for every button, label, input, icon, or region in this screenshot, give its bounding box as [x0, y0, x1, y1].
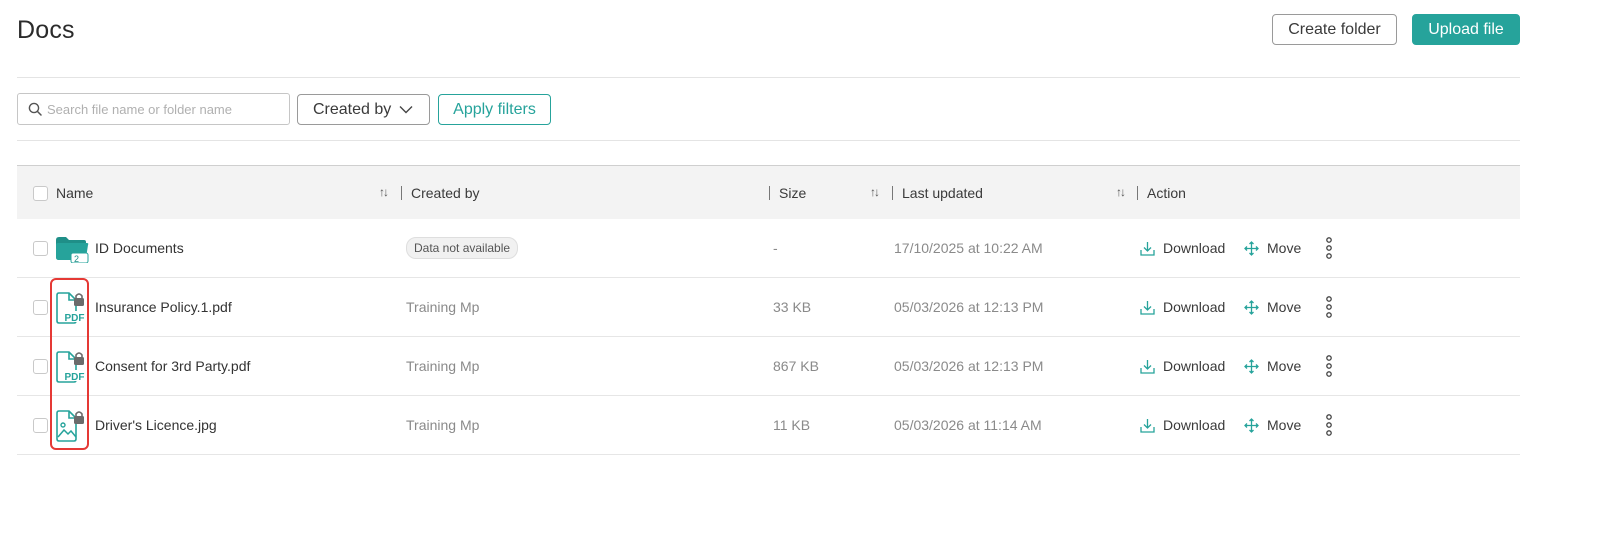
more-options-icon[interactable] [1324, 355, 1334, 377]
divider [17, 77, 1520, 78]
move-label: Move [1267, 417, 1302, 433]
row-last-updated: 05/03/2026 at 12:13 PM [894, 358, 1044, 374]
apply-filters-button[interactable]: Apply filters [438, 94, 551, 125]
row-name[interactable]: Consent for 3rd Party.pdf [95, 337, 250, 395]
table-row: PDF Insurance Policy.1.pdf Training Mp 3… [17, 278, 1520, 337]
row-last-updated: 05/03/2026 at 11:14 AM [894, 417, 1042, 433]
download-icon [1140, 359, 1155, 374]
move-label: Move [1267, 240, 1302, 256]
download-label: Download [1163, 358, 1226, 374]
move-button[interactable]: Move [1244, 396, 1301, 454]
created-by-dropdown[interactable]: Created by [297, 94, 430, 125]
upload-file-button[interactable]: Upload file [1412, 14, 1520, 45]
column-separator [892, 186, 893, 200]
table-header: Name ↑↓ Created by Size ↑↓ Last updated … [17, 165, 1520, 219]
row-size: 33 KB [773, 299, 812, 315]
divider [17, 140, 1520, 141]
column-header-last-updated: Last updated [902, 185, 983, 201]
move-button[interactable]: Move [1244, 337, 1301, 395]
column-header-size: Size [779, 185, 807, 201]
created-by-badge: Data not available [406, 237, 519, 259]
row-checkbox[interactable] [33, 359, 48, 374]
move-icon [1244, 299, 1259, 315]
move-icon [1244, 240, 1259, 256]
sort-name-icon[interactable]: ↑↓ [379, 185, 389, 199]
search-field[interactable] [17, 93, 290, 125]
table-row: Driver's Licence.jpg Training Mp 11 KB 0… [17, 396, 1520, 455]
select-all-checkbox[interactable] [33, 186, 48, 201]
row-size: - [773, 240, 778, 256]
column-separator [769, 186, 770, 200]
download-label: Download [1163, 240, 1226, 256]
column-header-action: Action [1147, 185, 1186, 201]
download-icon [1140, 300, 1155, 315]
locked-pdf-icon: PDF [56, 292, 85, 324]
created-by-dropdown-label: Created by [313, 100, 392, 118]
download-icon [1140, 241, 1155, 256]
row-checkbox[interactable] [33, 418, 48, 433]
folder-icon [56, 237, 89, 263]
row-size: 11 KB [773, 417, 811, 433]
column-separator [1137, 186, 1138, 200]
column-separator [401, 186, 402, 200]
locked-image-icon [56, 410, 84, 442]
row-name[interactable]: Driver's Licence.jpg [95, 396, 217, 454]
row-name[interactable]: ID Documents [95, 219, 184, 277]
column-header-created-by: Created by [411, 185, 480, 201]
table-row: PDF Consent for 3rd Party.pdf Training M… [17, 337, 1520, 396]
move-button[interactable]: Move [1244, 219, 1301, 277]
more-options-icon[interactable] [1324, 296, 1334, 318]
row-created-by: Training Mp [406, 358, 480, 374]
column-header-name: Name [56, 185, 94, 201]
move-icon [1244, 358, 1259, 374]
locked-pdf-icon: PDF [56, 351, 85, 383]
create-folder-button[interactable]: Create folder [1272, 14, 1397, 45]
row-created-by: Training Mp [406, 299, 480, 315]
row-last-updated: 17/10/2025 at 10:22 AM [894, 240, 1043, 256]
sort-last-updated-icon[interactable]: ↑↓ [1116, 185, 1126, 199]
move-button[interactable]: Move [1244, 278, 1301, 336]
folder-item-count: 2 [74, 254, 80, 264]
more-options-icon[interactable] [1324, 414, 1334, 436]
download-label: Download [1163, 299, 1226, 315]
download-button[interactable]: Download [1140, 396, 1225, 454]
chevron-down-icon [399, 106, 413, 114]
page-title: Docs [17, 16, 75, 44]
download-icon [1140, 418, 1155, 433]
download-label: Download [1163, 417, 1226, 433]
row-name[interactable]: Insurance Policy.1.pdf [95, 278, 232, 336]
table-row: 2 ID Documents Data not available - 17/1… [17, 219, 1520, 278]
sort-size-icon[interactable]: ↑↓ [870, 185, 880, 199]
download-button[interactable]: Download [1140, 278, 1225, 336]
move-icon [1244, 417, 1259, 433]
svg-text:PDF: PDF [65, 313, 85, 324]
search-icon [28, 102, 42, 116]
download-button[interactable]: Download [1140, 337, 1225, 395]
row-checkbox[interactable] [33, 300, 48, 315]
move-label: Move [1267, 358, 1302, 374]
search-input[interactable] [47, 101, 277, 117]
row-size: 867 KB [773, 358, 819, 374]
row-checkbox[interactable] [33, 241, 48, 256]
svg-text:PDF: PDF [65, 372, 85, 383]
more-options-icon[interactable] [1324, 237, 1334, 259]
download-button[interactable]: Download [1140, 219, 1225, 277]
row-last-updated: 05/03/2026 at 12:13 PM [894, 299, 1044, 315]
row-created-by: Training Mp [406, 417, 480, 433]
move-label: Move [1267, 299, 1302, 315]
